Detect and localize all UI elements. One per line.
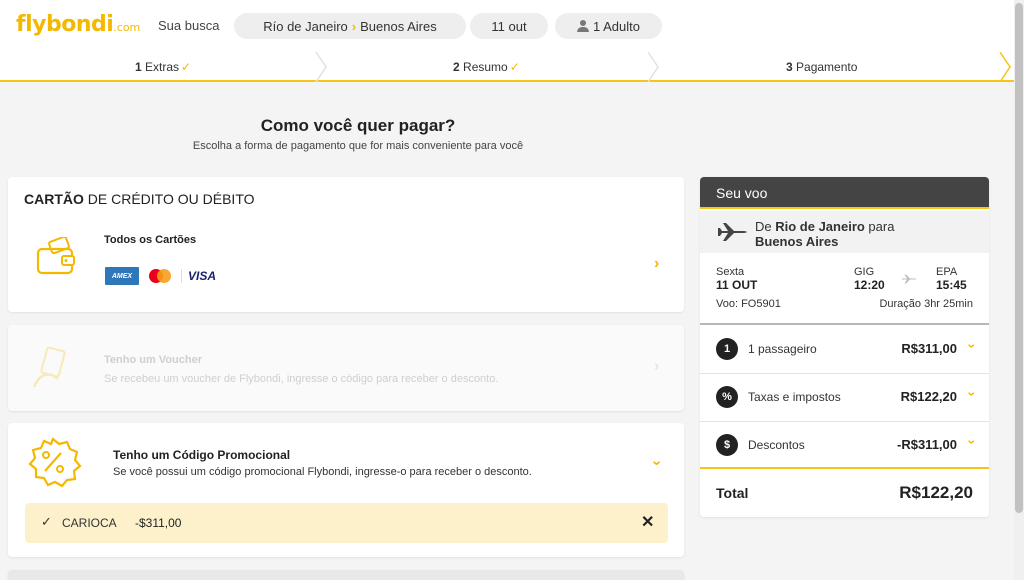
flight-day: Sexta [716,266,745,278]
flight-duration: Duração 3hr 25min [879,298,973,310]
scrollbar-thumb[interactable] [1015,3,1023,513]
visa-logo: VISA [181,269,216,283]
origin-code: GIG [854,266,875,278]
row-label: Descontos [748,438,805,452]
amex-logo: AMEX [105,267,139,285]
summary-row-discounts[interactable]: $ Descontos -R$311,00 › [700,421,989,469]
total-value: R$122,20 [899,483,973,502]
page-scrollbar[interactable] [1014,0,1024,580]
chevron-down-icon[interactable]: › [648,460,666,465]
route-box: De Rio de Janeiro para Buenos Aires [700,211,989,253]
voucher-description: Se recebeu um voucher de Flybondi, ingre… [104,373,499,385]
origin-time: 12:20 [854,278,885,292]
passengers-pill[interactable]: 1 Adulto [555,13,662,39]
step-number: 1 [135,60,142,74]
row-label: 1 passageiro [748,342,817,356]
total-label: Total [716,485,749,501]
step-separator-icon [646,51,660,83]
step-separator-icon [998,51,1012,83]
step-label: Extras [145,60,180,74]
percent-icon: % [716,386,738,408]
route-from-line: De Rio de Janeiro para [755,219,894,234]
destination-time: 15:45 [936,278,967,292]
heading-rest: DE CRÉDITO OU DÉBITO [83,191,255,207]
route-from: Río de Janeiro [263,18,348,34]
step-label: Pagamento [796,60,858,74]
passengers-value: 1 Adulto [593,18,640,34]
card-brands: AMEX VISA [105,267,216,285]
check-icon: ✓ [181,60,192,74]
applied-promo-code: ✓ CARIOCA -$311,00 ✕ [25,503,668,543]
step-extras[interactable]: 1 Extras ✓ [135,60,191,74]
chevron-down-icon[interactable]: › [965,440,981,445]
chevron-right-icon: › [351,18,357,34]
promo-code-option[interactable]: Tenho um Código Promocional Se você poss… [8,423,684,557]
promo-description: Se você possui um código promocional Fly… [113,466,532,478]
logo-text: flybondi [16,12,114,37]
step-number: 2 [453,60,460,74]
step-number: 3 [786,60,793,74]
to-prefix: para [864,219,895,234]
destination-code: EPA [936,266,958,278]
from-city: Rio de Janeiro [775,219,865,234]
credit-card-option[interactable]: CARTÃO DE CRÉDITO OU DÉBITO Todos os Car… [8,177,684,312]
check-icon: ✓ [509,60,520,74]
flight-summary-panel: Seu voo De Rio de Janeiro para Buenos Ai… [700,177,989,517]
person-icon [577,20,589,32]
date-pill[interactable]: 11 out [470,13,548,39]
step-label: Resumo [463,60,508,74]
promo-code-value: CARIOCA [62,516,117,530]
airplane-icon [902,274,917,284]
step-resumo[interactable]: 2 Resumo ✓ [453,60,520,74]
airplane-icon [718,223,747,241]
route-to-city: Buenos Aires [755,234,839,249]
all-cards-label: Todos os Cartões [104,234,197,246]
flight-number: Voo: FO5901 [716,298,781,310]
chevron-right-icon[interactable]: › [654,255,659,273]
flybondi-logo[interactable]: flybondi.com [16,12,140,37]
promo-title: Tenho um Código Promocional [113,448,291,462]
route-to: Buenos Aires [360,18,437,34]
chevron-right-icon[interactable]: › [654,358,659,376]
check-icon: ✓ [41,514,52,529]
person-icon: 1 [716,338,738,360]
credit-card-heading: CARTÃO DE CRÉDITO OU DÉBITO [24,191,255,207]
summary-row-passengers[interactable]: 1 1 passageiro R$311,00 › [700,325,989,373]
row-price: R$122,20 [900,389,957,404]
dollar-icon: $ [716,434,738,456]
date-value: 11 out [491,18,527,34]
heading-bold: CARTÃO [24,191,84,207]
row-price: R$311,00 [901,341,957,356]
close-icon[interactable]: ✕ [641,512,654,532]
percent-badge-icon [28,437,82,487]
checkout-steps: 1 Extras ✓ 2 Resumo ✓ 3 Pagamento [0,51,1014,83]
promo-discount-amount: -$311,00 [135,516,182,530]
search-label: Sua busca [158,18,220,33]
step-separator-icon [314,51,328,83]
total-divider [700,467,989,469]
row-label: Taxas e impostos [748,390,841,404]
summary-row-taxes[interactable]: % Taxas e impostos R$122,20 › [700,373,989,421]
top-header: flybondi.com Sua busca Río de Janeiro › … [0,0,1014,52]
voucher-option[interactable]: Tenho um Voucher Se recebeu um voucher d… [8,325,684,411]
route-pill[interactable]: Río de Janeiro › Buenos Aires [234,13,466,39]
wallet-card-icon [36,237,75,275]
from-prefix: De [755,219,776,234]
row-price: -R$311,00 [897,437,957,452]
voucher-title: Tenho um Voucher [104,354,202,366]
page-subtitle: Escolha a forma de pagamento que for mai… [192,140,524,152]
voucher-hand-icon [32,347,66,388]
mastercard-logo [147,267,173,285]
chevron-down-icon[interactable]: › [965,392,981,397]
logo-suffix: .com [113,21,141,34]
step-pagamento[interactable]: 3 Pagamento [786,60,857,74]
page-title: Como você quer pagar? [260,116,456,135]
next-option-partial [8,570,684,580]
summary-title: Seu voo [700,177,989,209]
flight-date: 11 OUT [716,278,758,292]
chevron-down-icon[interactable]: › [965,344,981,349]
